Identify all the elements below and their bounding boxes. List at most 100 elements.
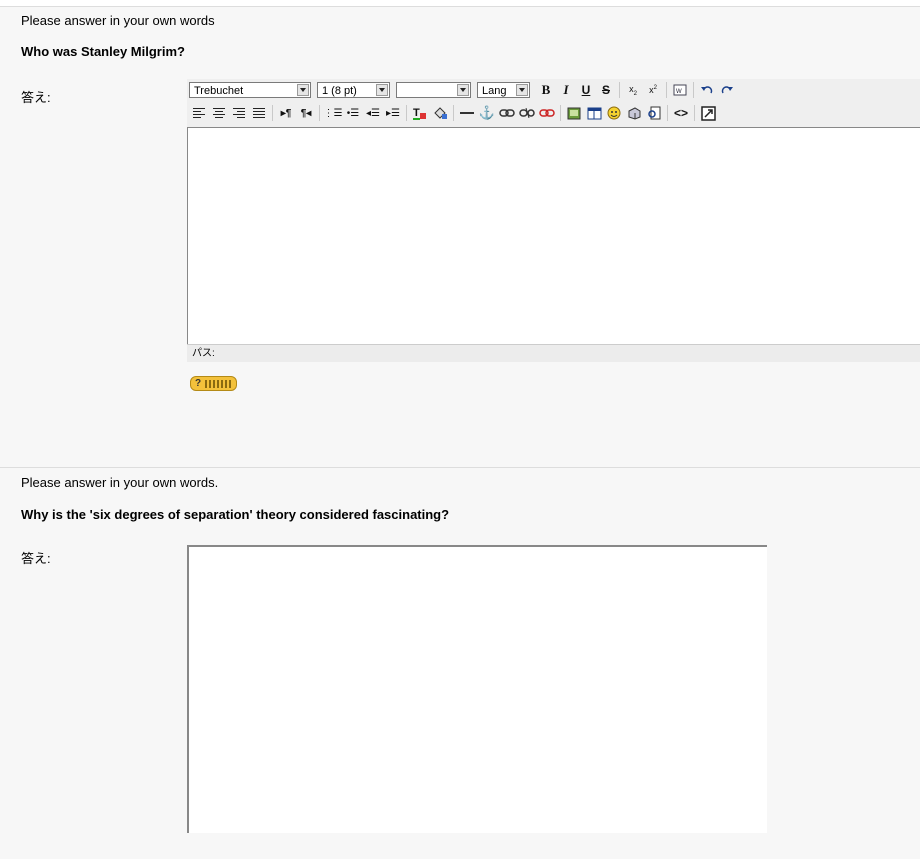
table-icon <box>587 107 601 119</box>
image-icon <box>567 107 581 119</box>
outdent-button[interactable]: ◂☰ <box>363 104 383 122</box>
align-justify-icon <box>253 108 265 118</box>
bold-button[interactable]: B <box>536 81 556 99</box>
subscript-icon: x2 <box>629 83 637 97</box>
background-color-button[interactable] <box>430 104 450 122</box>
chevron-down-icon <box>376 84 388 96</box>
redo-button[interactable] <box>717 81 737 99</box>
align-left-button[interactable] <box>189 104 209 122</box>
indent-button[interactable]: ▸☰ <box>383 104 403 122</box>
search-replace-button[interactable] <box>644 104 664 122</box>
fullscreen-icon <box>700 105 716 121</box>
insert-image-button[interactable] <box>564 104 584 122</box>
fullscreen-button[interactable] <box>698 104 718 122</box>
unordered-list-icon: •☰ <box>346 107 360 119</box>
unlink-button[interactable] <box>517 104 537 122</box>
horizontal-rule-button[interactable] <box>457 104 477 122</box>
toolbar-divider <box>560 105 561 121</box>
answer-label: 答え: <box>21 90 51 105</box>
superscript-icon: x2 <box>649 85 657 95</box>
undo-button[interactable] <box>697 81 717 99</box>
text-color-icon: T <box>413 107 426 120</box>
special-character-icon <box>628 107 640 120</box>
svg-text:T: T <box>413 107 420 119</box>
svg-text:W: W <box>676 89 682 95</box>
help-icon: ? <box>195 378 202 389</box>
keyboard-icon <box>205 379 232 388</box>
editor-toolbar: Trebuchet 1 (8 pt) Lang B I U S x2 x2 W … <box>187 79 920 127</box>
smiley-icon <box>607 106 621 120</box>
align-right-icon <box>233 108 245 118</box>
question-separator <box>0 427 920 467</box>
toolbar-divider <box>453 105 454 121</box>
html-source-button[interactable]: <> <box>671 104 691 122</box>
chevron-down-icon <box>297 84 309 96</box>
ltr-icon: ▸¶ <box>280 107 292 119</box>
toolbar-divider <box>406 105 407 121</box>
rtl-icon: ¶◂ <box>300 107 312 119</box>
align-center-button[interactable] <box>209 104 229 122</box>
answer-label: 答え: <box>21 551 51 566</box>
code-icon: <> <box>673 106 688 120</box>
anchor-icon: ⚓ <box>478 105 496 120</box>
broken-link-icon <box>539 109 555 117</box>
path-label: パス: <box>192 348 215 359</box>
size-select[interactable]: 1 (8 pt) <box>317 82 390 98</box>
paint-bucket-icon <box>434 107 447 119</box>
insert-link-button[interactable] <box>497 104 517 122</box>
insert-character-button[interactable] <box>624 104 644 122</box>
toolbar-divider <box>619 82 620 98</box>
toolbar-divider <box>693 82 694 98</box>
instruction-text: Please answer in your own words <box>21 13 215 28</box>
italic-button[interactable]: I <box>556 81 576 99</box>
superscript-button[interactable]: x2 <box>643 81 663 99</box>
instruction-text: Please answer in your own words. <box>21 475 219 490</box>
subscript-button[interactable]: x2 <box>623 81 643 99</box>
toolbar-divider <box>667 105 668 121</box>
anchor-button[interactable]: ⚓ <box>477 104 497 122</box>
toolbar-divider <box>319 105 320 121</box>
no-link-button[interactable] <box>537 104 557 122</box>
help-keyboard-button[interactable]: ? <box>190 376 237 391</box>
editor-path-bar: パス: <box>187 344 920 362</box>
redo-icon <box>721 86 733 94</box>
chevron-down-icon <box>516 84 528 96</box>
horizontal-rule-icon <box>460 112 474 114</box>
link-icon <box>499 109 515 117</box>
rtl-direction-button[interactable]: ¶◂ <box>296 104 316 122</box>
undo-icon <box>701 86 713 94</box>
rich-text-editor: Trebuchet 1 (8 pt) Lang B I U S x2 x2 W … <box>187 79 920 362</box>
question-text: Why is the 'six degrees of separation' t… <box>21 507 450 522</box>
align-center-icon <box>213 108 225 118</box>
strikethrough-button[interactable]: S <box>596 81 616 99</box>
toolbar-divider <box>272 105 273 121</box>
font-select[interactable]: Trebuchet <box>189 82 311 98</box>
unlink-icon <box>519 108 535 118</box>
size-select-value: 1 (8 pt) <box>322 85 357 97</box>
align-justify-button[interactable] <box>249 104 269 122</box>
indent-icon: ▸☰ <box>386 107 400 119</box>
ordered-list-button[interactable]: ⋮☰ <box>323 104 343 122</box>
align-right-button[interactable] <box>229 104 249 122</box>
chevron-down-icon <box>457 84 469 96</box>
toolbar-divider <box>694 105 695 121</box>
unordered-list-button[interactable]: •☰ <box>343 104 363 122</box>
insert-table-button[interactable] <box>584 104 604 122</box>
format-select[interactable] <box>396 82 471 98</box>
lang-select-value: Lang <box>482 85 507 97</box>
search-replace-icon <box>647 106 660 120</box>
word-paste-icon: W <box>673 84 687 96</box>
lang-select[interactable]: Lang <box>477 82 530 98</box>
answer-textarea[interactable] <box>187 545 767 833</box>
answer-editor-area[interactable] <box>187 127 920 344</box>
align-left-icon <box>193 108 205 118</box>
text-color-button[interactable]: T <box>410 104 430 122</box>
insert-smiley-button[interactable] <box>604 104 624 122</box>
outdent-icon: ◂☰ <box>366 107 380 119</box>
toolbar-divider <box>666 82 667 98</box>
ordered-list-icon: ⋮☰ <box>323 107 343 119</box>
underline-button[interactable]: U <box>576 81 596 99</box>
question-text: Who was Stanley Milgrim? <box>21 44 185 59</box>
ltr-direction-button[interactable]: ▸¶ <box>276 104 296 122</box>
clean-word-button[interactable]: W <box>670 81 690 99</box>
